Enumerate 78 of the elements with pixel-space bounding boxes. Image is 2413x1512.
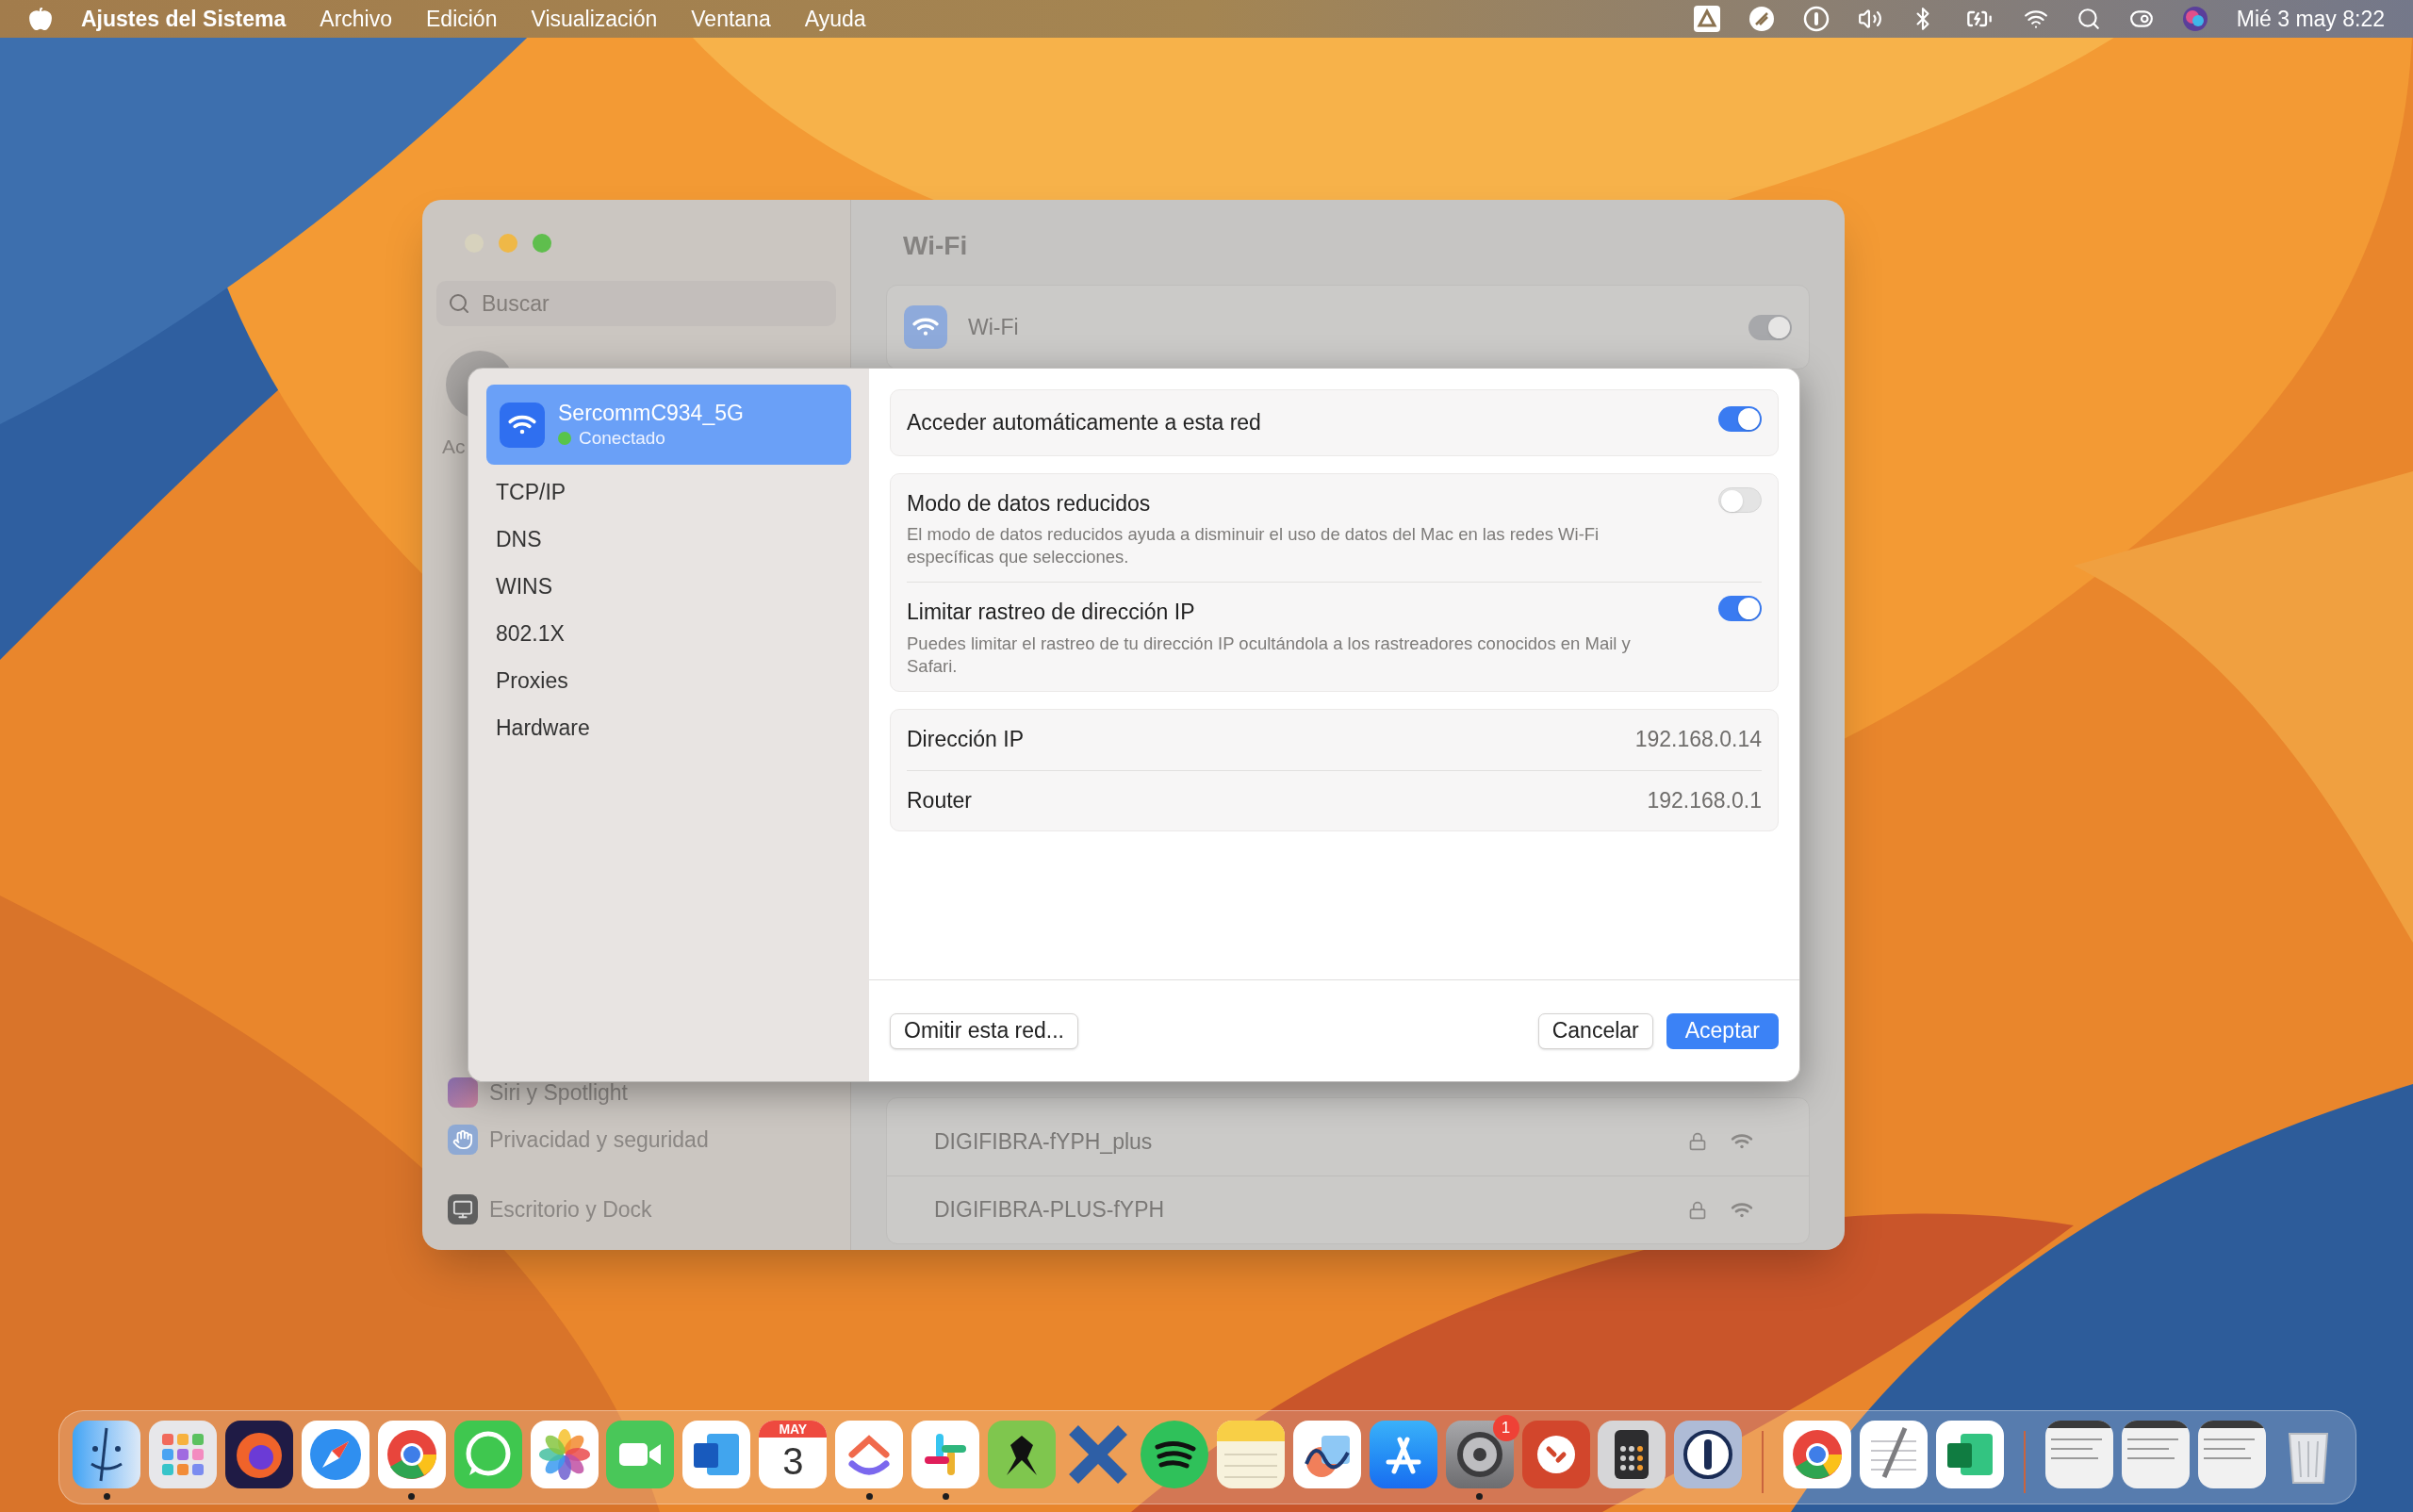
running-indicator [408,1493,416,1500]
monitor-icon [448,1194,478,1224]
menu-item[interactable]: Ventana [691,2,771,36]
option-title: Acceder automáticamente a esta red [907,409,1262,436]
sidebar-item[interactable]: Escritorio y Dock [436,1186,836,1233]
section-item[interactable]: TCP/IP [486,468,851,516]
pane-title: Wi-Fi [903,230,969,262]
grid-icon[interactable] [148,1421,217,1488]
flower-icon[interactable] [530,1421,599,1488]
clock[interactable]: Mié 3 may 8:22 [2236,2,2385,36]
menu-item[interactable]: Visualización [531,2,658,36]
network-status: Conectado [579,427,665,450]
phone-bubble-icon[interactable] [453,1421,522,1488]
apple-icon[interactable] [28,7,53,31]
orb-icon [448,1077,478,1108]
sidebar-item[interactable]: Privacidad y seguridad [436,1116,836,1163]
info-label: Router [907,786,973,814]
toggle-switch[interactable] [1748,314,1792,340]
section-item[interactable]: 802.1X [486,610,851,657]
hash-icon[interactable] [911,1421,980,1488]
section-item[interactable]: Hardware [486,704,851,751]
section-label: Ac [442,435,467,459]
camera-icon[interactable] [606,1421,675,1488]
ring-icon[interactable] [377,1421,446,1488]
toggle-switch[interactable] [1718,486,1762,513]
info-value: 192.168.0.1 [1647,786,1762,814]
option-description: El modo de datos reducidos ayuda a disminuir el uso de datos del Mac en las redes Wi-Fi específicas que selecciones. [907,523,1600,568]
ring-icon[interactable] [1783,1421,1852,1488]
info-label: Dirección IP [907,726,1024,754]
section-item[interactable]: Proxies [486,657,851,704]
running-indicator [103,1493,110,1500]
network-name[interactable]: DIGIFIBRA-PLUS-fYPH [934,1193,1165,1226]
notepad-icon[interactable] [1216,1421,1285,1488]
window-thumbnail[interactable] [2197,1421,2266,1488]
scribble-icon[interactable] [1292,1421,1361,1488]
running-indicator [865,1493,873,1500]
pen-circle-icon[interactable] [1748,6,1775,32]
toggle-switch[interactable] [1718,406,1762,432]
network-name: SercommC934_5G [558,400,744,427]
window-thumbnail[interactable] [2044,1421,2113,1488]
search-icon [448,292,470,315]
calculator-icon[interactable] [1598,1421,1666,1488]
option-description: Puedes limitar el rastreo de tu dirección IP ocultándola a los rastreadores conocidos en Mail y Safari. [907,632,1632,678]
document-icon[interactable] [682,1421,751,1488]
running-indicator [1476,1493,1484,1500]
calendar-day: 3 [782,1438,804,1485]
menu-item[interactable]: Ayuda [804,2,866,36]
hand-icon [448,1125,478,1155]
drive-icon[interactable] [1693,6,1720,32]
network-item[interactable]: SercommC934_5G Conectado [486,385,851,465]
app-name[interactable]: Ajustes del Sistema [81,2,287,36]
menu-item[interactable]: Archivo [320,2,392,36]
compass-icon[interactable] [301,1421,369,1488]
search-icon[interactable] [2076,7,2101,31]
option-title: Modo de datos reducidos [907,489,1152,518]
spreadsheet-icon[interactable] [1936,1421,2005,1488]
ok-button[interactable]: Aceptar [1666,1012,1779,1049]
toggle-switch[interactable] [1718,596,1762,621]
section-item[interactable]: DNS [486,516,851,563]
keyhole-icon[interactable] [1674,1421,1743,1488]
menu-item[interactable]: Edición [426,2,498,36]
wifi-label: Wi-Fi [968,313,1019,341]
paper-pen-icon[interactable] [1860,1421,1929,1488]
calendar-icon[interactable]: MAY 3 [759,1421,828,1488]
search-field[interactable]: Buscar [436,281,836,326]
face-icon[interactable] [73,1421,140,1488]
section-item[interactable]: WINS [486,563,851,610]
info-value: 192.168.0.14 [1634,726,1762,754]
chevron-icon[interactable] [835,1421,904,1488]
cancel-button[interactable]: Cancelar [1537,1012,1653,1049]
window-thumbnail[interactable] [2121,1421,2190,1488]
calendar-month: MAY [759,1421,828,1438]
orb-icon[interactable] [2181,6,2208,32]
running-indicator [942,1493,949,1500]
volume-icon[interactable] [1857,7,1882,31]
option-title: Limitar rastreo de dirección IP [907,599,1196,626]
network-name[interactable]: DIGIFIBRA-fYPH_plus [934,1125,1153,1159]
forget-button[interactable]: Omitir esta red... [890,1012,1078,1049]
